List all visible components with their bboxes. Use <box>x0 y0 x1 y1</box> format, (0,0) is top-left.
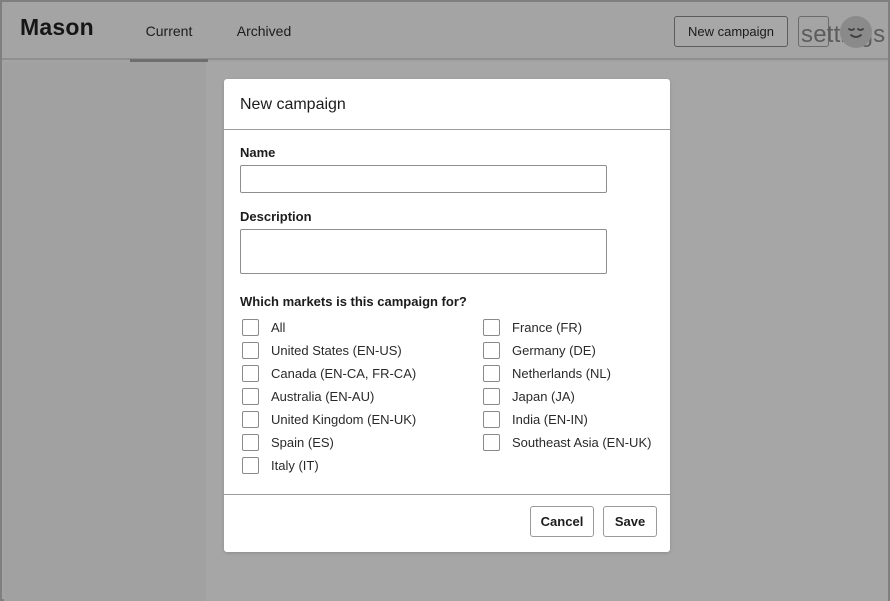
market-label: Japan (JA) <box>512 388 575 404</box>
market-label: France (FR) <box>512 319 583 335</box>
settings-button[interactable]: settings <box>798 16 885 48</box>
brand-logo: Mason <box>20 14 94 40</box>
market-option-en-in[interactable]: India (EN-IN) <box>483 410 588 428</box>
market-option-en-uk[interactable]: United Kingdom (EN-UK) <box>242 410 416 428</box>
market-label: Spain (ES) <box>271 434 334 450</box>
cancel-button[interactable]: Cancel <box>530 506 594 537</box>
tab-current[interactable]: Current <box>130 2 208 62</box>
market-label: Canada (EN-CA, FR-CA) <box>271 365 417 381</box>
market-option-es[interactable]: Spain (ES) <box>242 433 334 451</box>
checkbox[interactable] <box>483 387 500 405</box>
save-button[interactable]: Save <box>603 506 657 537</box>
market-label: Netherlands (NL) <box>512 365 611 381</box>
market-option-sea[interactable]: Southeast Asia (EN-UK) <box>483 433 651 451</box>
checkbox[interactable] <box>483 410 500 428</box>
new-campaign-dialog: New campaign Name Description Which mark… <box>224 79 670 552</box>
market-option-nl[interactable]: Netherlands (NL) <box>483 364 611 382</box>
market-label: All <box>271 319 286 335</box>
market-label: Southeast Asia (EN-UK) <box>512 434 652 450</box>
checkbox[interactable] <box>242 456 259 474</box>
market-label: United States (EN-US) <box>271 342 402 358</box>
market-option-en-us[interactable]: United States (EN-US) <box>242 341 402 359</box>
market-option-all[interactable]: All <box>242 318 285 336</box>
checkbox[interactable] <box>242 433 259 451</box>
market-option-en-ca[interactable]: Canada (EN-CA, FR-CA) <box>242 364 416 382</box>
tab-archived[interactable]: Archived <box>220 2 308 60</box>
dialog-footer: Cancel Save <box>224 494 670 552</box>
market-label: Australia (EN-AU) <box>271 388 375 404</box>
market-option-en-au[interactable]: Australia (EN-AU) <box>242 387 374 405</box>
avatar-face-icon <box>848 28 864 38</box>
checkbox[interactable] <box>242 341 259 359</box>
checkbox[interactable] <box>483 364 500 382</box>
checkbox[interactable] <box>483 433 500 451</box>
dialog-title: New campaign <box>240 96 346 113</box>
checkbox[interactable] <box>483 341 500 359</box>
market-label: United Kingdom (EN-UK) <box>271 411 417 427</box>
market-option-ja[interactable]: Japan (JA) <box>483 387 575 405</box>
market-option-fr[interactable]: France (FR) <box>483 318 582 336</box>
dialog-header: New campaign <box>224 79 670 130</box>
checkbox[interactable] <box>483 318 500 336</box>
market-label: Italy (IT) <box>271 457 319 473</box>
new-campaign-button[interactable]: New campaign <box>674 16 788 47</box>
market-label: Germany (DE) <box>512 342 596 358</box>
name-field-label: Name <box>240 145 276 160</box>
checkbox[interactable] <box>242 410 259 428</box>
checkbox[interactable] <box>242 364 259 382</box>
market-label: India (EN-IN) <box>512 411 588 427</box>
name-input[interactable] <box>240 165 607 193</box>
markets-question-label: Which markets is this campaign for? <box>240 294 467 309</box>
app-window: Mason Current Archived New campaign sett… <box>0 0 890 601</box>
description-input[interactable] <box>240 229 607 274</box>
checkbox[interactable] <box>242 318 259 336</box>
top-navigation-bar: Mason Current Archived New campaign sett… <box>2 2 888 62</box>
market-option-it[interactable]: Italy (IT) <box>242 456 319 474</box>
sidebar-panel <box>4 62 206 601</box>
user-avatar-icon[interactable] <box>840 16 872 48</box>
market-option-de[interactable]: Germany (DE) <box>483 341 596 359</box>
description-field-label: Description <box>240 209 312 224</box>
checkbox[interactable] <box>242 387 259 405</box>
